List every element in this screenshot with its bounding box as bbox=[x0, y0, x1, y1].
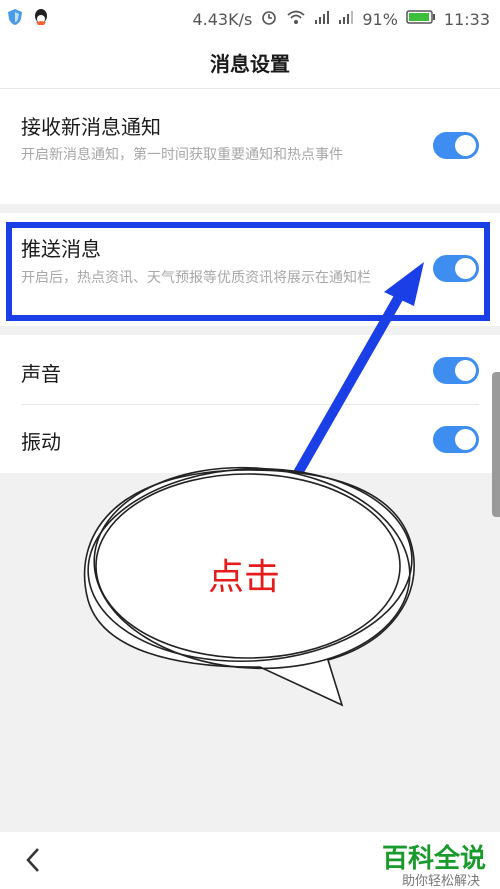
watermark-subtitle: 助你轻松解决 bbox=[401, 874, 480, 889]
annotation-arrow bbox=[289, 262, 424, 483]
annotation-overlay bbox=[83, 262, 424, 707]
bottom-bar: 百科全说 助你轻松解决 bbox=[0, 832, 500, 889]
callout-text: 点击 bbox=[208, 557, 281, 598]
chevron-left-icon[interactable] bbox=[24, 846, 42, 881]
